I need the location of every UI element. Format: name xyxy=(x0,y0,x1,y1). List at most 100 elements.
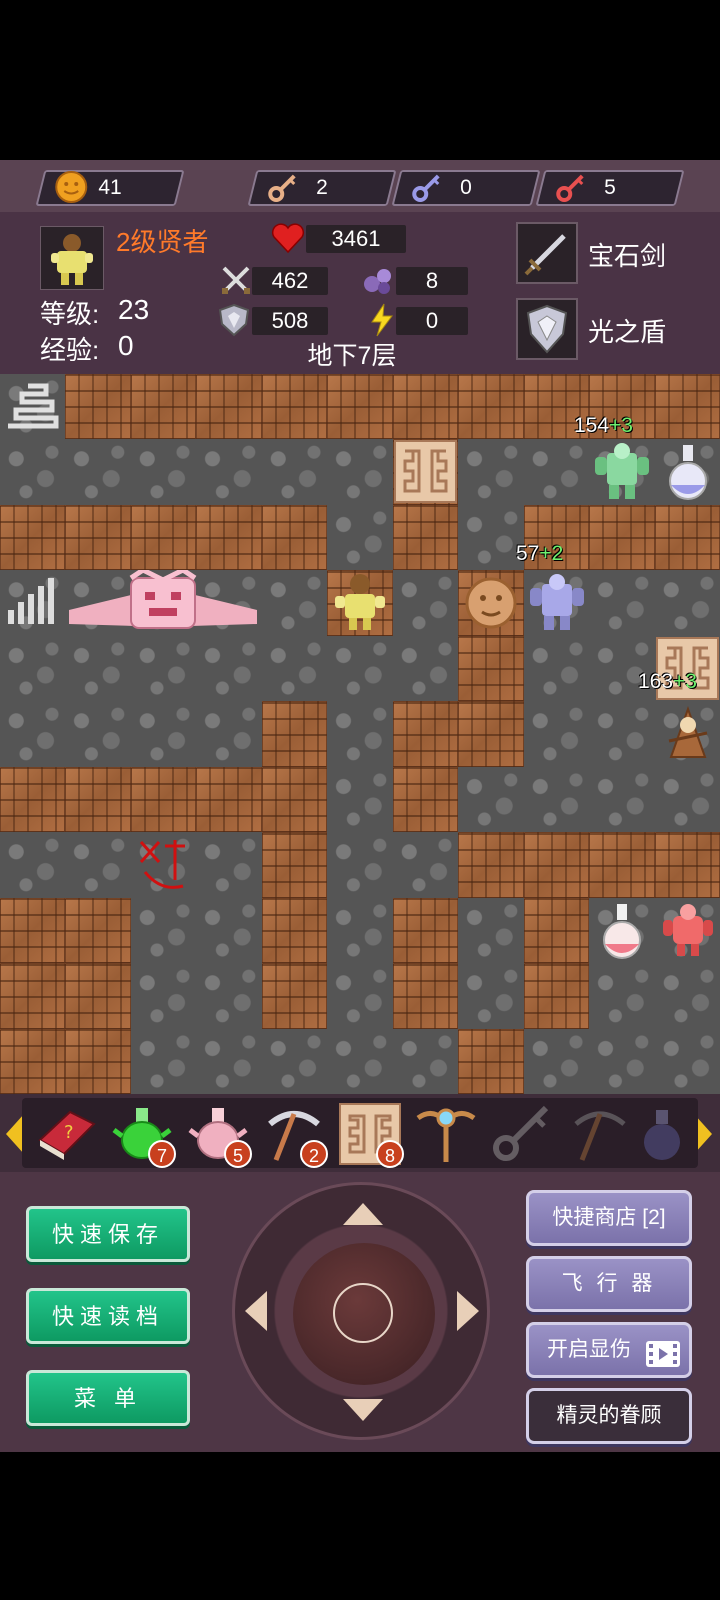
wall-tile xyxy=(589,504,655,571)
arrow-down-icon[interactable] xyxy=(343,1399,383,1421)
wall-tile xyxy=(261,963,328,1029)
hp-value: 3461 xyxy=(306,225,406,253)
floor-tile xyxy=(327,701,393,767)
direction-pad[interactable] xyxy=(232,1182,490,1440)
item-dark-flask[interactable] xyxy=(636,1102,684,1166)
item-gray-key[interactable] xyxy=(490,1102,554,1166)
wall-tile xyxy=(0,1028,66,1094)
red-potion-icon[interactable] xyxy=(589,898,654,963)
menu-button[interactable]: 菜 单 xyxy=(26,1370,190,1426)
damage-increment: +2 xyxy=(539,542,564,565)
floor-tile xyxy=(196,897,262,964)
wall-tile xyxy=(65,897,131,964)
floor-tile xyxy=(196,701,262,767)
floor-tile xyxy=(523,766,590,833)
shield-slot[interactable] xyxy=(516,298,578,360)
exp-label: 经验: xyxy=(40,335,100,365)
wall-tile xyxy=(523,832,590,898)
flyer-button[interactable]: 飞 行 器 xyxy=(526,1256,692,1312)
item-pink-potion[interactable]: 5 xyxy=(186,1102,252,1168)
wall-tile xyxy=(327,374,393,440)
wall-tile xyxy=(523,963,590,1029)
brown-stone-face-icon[interactable] xyxy=(458,570,523,635)
damage-label: 154+3 xyxy=(574,414,633,438)
floor-tile xyxy=(261,1028,328,1094)
blue-knight-icon[interactable] xyxy=(524,570,589,635)
floor-tile xyxy=(589,701,655,767)
quick-save-button[interactable]: 快速保存 xyxy=(26,1206,190,1262)
yellow-key-counter: 2 xyxy=(247,170,397,206)
red-key-count: 5 xyxy=(604,176,616,199)
lightning-icon xyxy=(364,302,400,338)
quick-shop-button[interactable]: 快捷商店 [2] xyxy=(526,1190,692,1246)
floor-tile xyxy=(589,963,655,1029)
dpad-center xyxy=(333,1283,393,1343)
wall-tile xyxy=(0,504,66,571)
blue-potion-icon[interactable] xyxy=(655,439,720,504)
red-guard-icon[interactable] xyxy=(655,898,720,963)
coin-count: 41 xyxy=(98,176,122,199)
floor-tile xyxy=(458,897,524,964)
wall-tile xyxy=(589,832,655,898)
wall-tile xyxy=(458,635,524,702)
item-count-badge: 5 xyxy=(224,1140,252,1168)
wall-tile xyxy=(65,504,131,571)
arrow-up-icon[interactable] xyxy=(343,1203,383,1225)
arrow-right-icon[interactable] xyxy=(457,1291,479,1331)
floor-tile xyxy=(261,439,328,505)
wall-tile xyxy=(0,766,66,833)
red-rune-icon[interactable] xyxy=(131,832,196,897)
item-monster-manual[interactable]: ? xyxy=(34,1102,98,1166)
wall-tile xyxy=(654,504,720,571)
item-door-scroll[interactable]: 8 xyxy=(338,1102,404,1168)
show-damage-button[interactable]: 开启显伤 xyxy=(526,1322,692,1378)
yellow-door-icon[interactable] xyxy=(393,439,458,504)
exp-value: 0 xyxy=(118,330,134,361)
fairy-blessing-button[interactable]: 精灵的眷顾 xyxy=(526,1388,692,1444)
floor-tile xyxy=(0,701,66,767)
floor-tile xyxy=(196,635,262,702)
yellow-key-count: 2 xyxy=(316,176,328,199)
quick-load-button[interactable]: 快速读档 xyxy=(26,1288,190,1344)
item-green-potion[interactable]: 7 xyxy=(110,1102,176,1168)
item-pickaxe[interactable]: 2 xyxy=(262,1102,328,1168)
stairs-up-icon[interactable] xyxy=(0,374,65,439)
floor-tile xyxy=(327,897,393,964)
floor-tile xyxy=(65,439,131,505)
wall-tile xyxy=(65,1028,131,1094)
weapon-name: 宝石剑 xyxy=(588,241,667,271)
wall-tile xyxy=(261,766,328,833)
item-dark-pickaxe[interactable] xyxy=(566,1102,630,1166)
coin-counter: 41 xyxy=(35,170,185,206)
wall-tile xyxy=(654,374,720,440)
wall-tile xyxy=(392,766,459,833)
pink-boss-icon[interactable] xyxy=(65,567,261,635)
dungeon-map[interactable]: 154+3 57+2 163+3 xyxy=(0,374,720,1094)
stairs-down-icon[interactable] xyxy=(0,570,65,635)
dpad-knob[interactable] xyxy=(293,1243,435,1385)
item-winged-staff[interactable] xyxy=(414,1102,478,1166)
wall-tile xyxy=(196,766,262,833)
wall-tile xyxy=(392,374,459,440)
floor-tile xyxy=(261,570,328,636)
sword-cross-icon xyxy=(218,262,254,298)
winged-staff-icon xyxy=(416,1108,476,1162)
shield-name: 光之盾 xyxy=(588,317,667,347)
floor-tile xyxy=(523,701,590,767)
hero-title: 2级贤者 xyxy=(116,227,209,257)
weapon-slot[interactable] xyxy=(516,222,578,284)
defense-value: 508 xyxy=(252,307,328,335)
floor-tile xyxy=(196,832,262,898)
wall-tile xyxy=(0,963,66,1029)
wall-tile xyxy=(654,832,720,898)
wall-tile xyxy=(261,504,328,571)
wall-tile xyxy=(523,897,590,964)
brown-mage-icon[interactable] xyxy=(655,701,720,766)
floor-tile xyxy=(458,439,524,505)
wall-tile xyxy=(261,701,328,767)
item-bar: ? 7 5 2 8 xyxy=(0,1094,720,1172)
magic-defense-value: 8 xyxy=(396,267,468,295)
arrow-left-icon[interactable] xyxy=(245,1291,267,1331)
green-knight-icon[interactable] xyxy=(589,439,654,504)
hero-avatar-icon xyxy=(51,234,93,285)
